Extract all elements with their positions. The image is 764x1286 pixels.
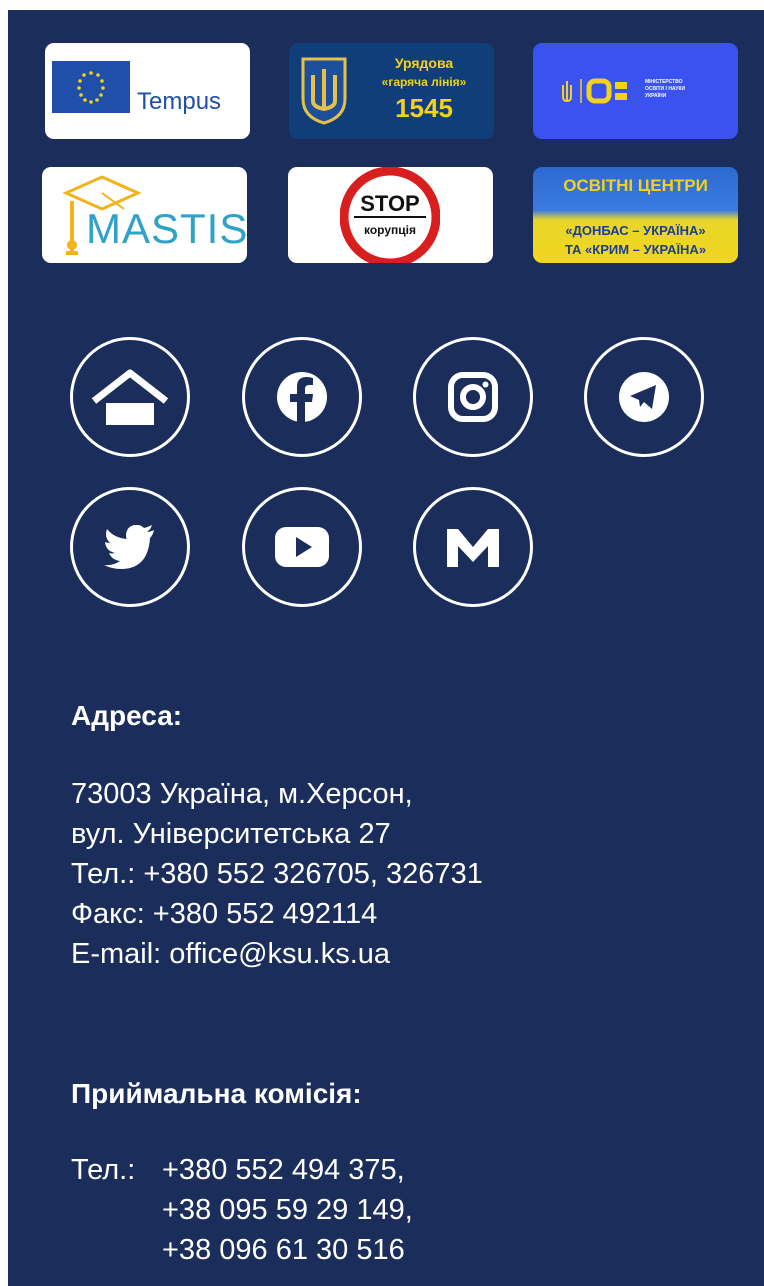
telegram-icon (619, 372, 669, 422)
centers-line2: «ДОНБАС – УКРАЇНА» (565, 223, 706, 238)
centers-line1: ОСВІТНІ ЦЕНТРИ (563, 176, 708, 195)
instagram-icon (448, 372, 498, 422)
ministry-line3: УКРАЇНИ (645, 93, 667, 99)
admissions-phone[interactable]: +38 095 59 29 149, (162, 1190, 413, 1230)
email-line[interactable]: E-mail: office@ksu.ks.ua (71, 934, 483, 974)
youtube-icon (275, 527, 329, 567)
medium-link[interactable] (413, 487, 533, 607)
admissions-tel-label: Тел.: (71, 1154, 136, 1186)
address-line: 73003 Україна, м.Херсон, (71, 778, 413, 810)
ministry-line2: ОСВІТИ І НАУКИ (645, 86, 686, 92)
stop-corruption-banner[interactable]: STOP корупція (288, 167, 493, 263)
trident-icon (301, 57, 347, 125)
eu-flag-icon (52, 61, 130, 113)
address-heading: Адреса: (71, 700, 183, 731)
hotline-line2: «гаряча лінія» (381, 75, 467, 89)
youtube-link[interactable] (242, 487, 362, 607)
ministry-line1: МІНІСТЕРСТВО (645, 79, 683, 85)
facebook-link[interactable] (242, 337, 362, 457)
fax-line: Факс: +380 552 492114 (71, 898, 378, 930)
hotline-line1: Урядова (394, 55, 454, 71)
twitter-icon (104, 525, 154, 569)
home-link[interactable] (70, 337, 190, 457)
centers-line3: ТА «КРИМ – УКРАЇНА» (564, 242, 707, 257)
tempus-label: Tempus (137, 88, 222, 115)
admissions-phone[interactable]: +380 552 494 375, (162, 1150, 413, 1190)
site-footer: Tempus Урядова «гаряча лінія» 1545 МІНІС… (8, 10, 764, 1286)
stop-label: STOP (360, 191, 420, 216)
mastis-label: MASTIS (86, 205, 247, 252)
admissions-phones: +380 552 494 375, +38 095 59 29 149, +38… (162, 1150, 413, 1270)
education-centers-banner[interactable]: ОСВІТНІ ЦЕНТРИ «ДОНБАС – УКРАЇНА» ТА «КР… (533, 167, 738, 263)
admissions-phone[interactable]: +38 096 61 30 516 (162, 1230, 413, 1270)
corruption-label: корупція (364, 223, 416, 237)
address-line: вул. Університетська 27 (71, 818, 391, 850)
tempus-banner[interactable]: Tempus (45, 43, 250, 139)
medium-icon (447, 529, 499, 567)
phone-line[interactable]: Тел.: +380 552 326705, 326731 (71, 854, 483, 894)
instagram-link[interactable] (413, 337, 533, 457)
twitter-link[interactable] (70, 487, 190, 607)
facebook-icon (277, 372, 327, 423)
mastis-banner[interactable]: MASTIS (42, 167, 247, 263)
admissions-heading: Приймальна комісія: (71, 1078, 362, 1109)
telegram-link[interactable] (584, 337, 704, 457)
ministry-logo-icon (562, 78, 627, 104)
ministry-banner[interactable]: МІНІСТЕРСТВО ОСВІТИ І НАУКИ УКРАЇНИ (533, 43, 738, 139)
address-lines: 73003 Україна, м.Херсон, вул. Університе… (71, 774, 483, 974)
hotline-number: 1545 (395, 93, 453, 123)
home-icon (91, 369, 169, 425)
hotline-banner[interactable]: Урядова «гаряча лінія» 1545 (289, 43, 494, 139)
